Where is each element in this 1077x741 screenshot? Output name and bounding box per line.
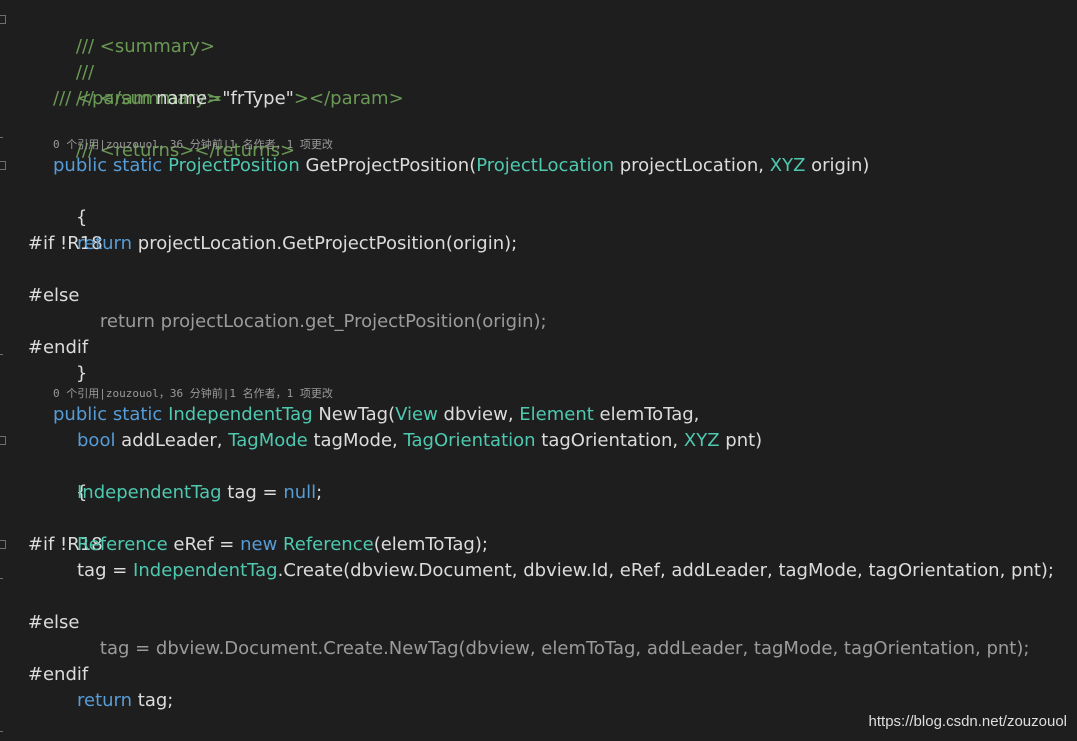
- fold-toggle-icon[interactable]: [0, 436, 8, 446]
- keyword: public: [53, 404, 108, 425]
- code-line[interactable]: public static ProjectPosition GetProject…: [53, 153, 869, 179]
- keyword: new: [240, 534, 278, 555]
- code-line[interactable]: tag = dbview.Document.Create.NewTag(dbvi…: [77, 610, 1030, 659]
- method-name: GetProjectPosition(: [305, 155, 477, 176]
- type-name: View: [395, 404, 438, 425]
- code-line[interactable]: #if !R18: [5, 205, 103, 254]
- code-line[interactable]: Reference eRef = new Reference(elemToTag…: [77, 532, 488, 558]
- doc-comment: ></param>: [293, 88, 404, 109]
- param-name: tagOrientation,: [535, 430, 684, 451]
- param-name: origin): [805, 155, 870, 176]
- codelens-info[interactable]: 0 个引用|zouzouol，36 分钟前|1 名作者，1 项更改: [53, 387, 333, 401]
- keyword: null: [283, 482, 317, 503]
- watermark: https://blog.csdn.net/zouzouol: [868, 713, 1067, 730]
- codelens-info[interactable]: 0 个引用|zouzouol，36 分钟前|1 名作者，1 项更改: [53, 138, 333, 152]
- fold-end-icon: [0, 725, 8, 735]
- doc-comment: /// <summary>: [75, 36, 215, 57]
- expression: (elemToTag);: [373, 534, 488, 555]
- fold-toggle-icon[interactable]: [0, 161, 8, 171]
- doc-comment: =: [207, 88, 223, 109]
- type-name: XYZ: [769, 155, 806, 176]
- code-line[interactable]: ///: [53, 34, 94, 83]
- type-name: Element: [519, 404, 594, 425]
- keyword: return: [77, 690, 133, 711]
- type-name: IndependentTag: [168, 404, 313, 425]
- param-name: tagMode,: [307, 430, 404, 451]
- keyword: static: [112, 155, 163, 176]
- inactive-code: return projectLocation.get_ProjectPositi…: [99, 311, 547, 332]
- code-line[interactable]: }: [53, 714, 87, 740]
- method-name: NewTag(: [312, 404, 396, 425]
- code-line[interactable]: bool addLeader, TagMode tagMode, TagOrie…: [77, 428, 762, 454]
- keyword: static: [112, 404, 163, 425]
- code-line[interactable]: #endif: [5, 309, 88, 358]
- param-name: elemToTag,: [593, 404, 700, 425]
- param-name: dbview,: [437, 404, 520, 425]
- type-name: ProjectPosition: [168, 155, 300, 176]
- code-line[interactable]: #else: [5, 257, 80, 306]
- code-line[interactable]: /// <summary>: [53, 8, 215, 57]
- code-editor[interactable]: /// <summary> /// /// </summary> /// <pa…: [0, 0, 1077, 741]
- expression: .Create(dbview.Document, dbview.Id, eRef…: [277, 560, 1054, 581]
- expression: tag =: [77, 560, 134, 581]
- keyword: return: [77, 233, 133, 254]
- code-line[interactable]: #endif: [5, 636, 88, 685]
- code-line[interactable]: #else: [5, 584, 80, 633]
- brace: }: [75, 363, 88, 384]
- preprocessor-directive: #else: [27, 612, 80, 633]
- doc-attr-value: "frType": [222, 88, 294, 109]
- code-line[interactable]: {: [53, 179, 87, 228]
- fold-end-icon: [0, 131, 8, 141]
- code-line[interactable]: IndependentTag tag = null;: [77, 480, 322, 506]
- keyword: bool: [77, 430, 116, 451]
- code-line[interactable]: public static IndependentTag NewTag(View…: [53, 402, 699, 428]
- expression: tag;: [132, 690, 174, 711]
- code-line[interactable]: tag = IndependentTag.Create(dbview.Docum…: [77, 558, 1054, 584]
- inactive-code: tag = dbview.Document.Create.NewTag(dbvi…: [99, 638, 1030, 659]
- keyword: public: [53, 155, 108, 176]
- expression: tag =: [221, 482, 284, 503]
- param-name: projectLocation,: [613, 155, 770, 176]
- preprocessor-directive: #endif: [27, 664, 89, 685]
- type-name: IndependentTag: [133, 560, 278, 581]
- type-name: IndependentTag: [77, 482, 222, 503]
- code-line[interactable]: {: [53, 454, 87, 503]
- param-name: pnt): [719, 430, 763, 451]
- type-name: TagOrientation: [403, 430, 536, 451]
- doc-attr: name: [156, 88, 208, 109]
- type-name: Reference: [77, 534, 168, 555]
- expression: eRef =: [167, 534, 241, 555]
- type-name: TagMode: [228, 430, 308, 451]
- code-line[interactable]: return projectLocation.GetProjectPositio…: [77, 231, 517, 257]
- code-line[interactable]: #if !R18: [5, 506, 103, 555]
- code-line[interactable]: return tag;: [77, 688, 173, 714]
- doc-comment: /// <param: [53, 88, 157, 109]
- punctuation: ;: [316, 482, 323, 503]
- type-name: Reference: [283, 534, 374, 555]
- code-line[interactable]: /// <returns></returns>: [53, 112, 295, 161]
- code-line[interactable]: }: [53, 335, 87, 384]
- code-line[interactable]: /// <param name="frType"></param>: [53, 86, 404, 112]
- code-line[interactable]: /// </summary>: [53, 60, 221, 109]
- fold-toggle-icon[interactable]: [0, 15, 8, 25]
- expression: projectLocation.GetProjectPosition(origi…: [132, 233, 518, 254]
- param-name: addLeader,: [115, 430, 229, 451]
- preprocessor-directive: #else: [27, 285, 80, 306]
- type-name: XYZ: [683, 430, 720, 451]
- type-name: ProjectLocation: [476, 155, 614, 176]
- code-line[interactable]: return projectLocation.get_ProjectPositi…: [77, 283, 547, 332]
